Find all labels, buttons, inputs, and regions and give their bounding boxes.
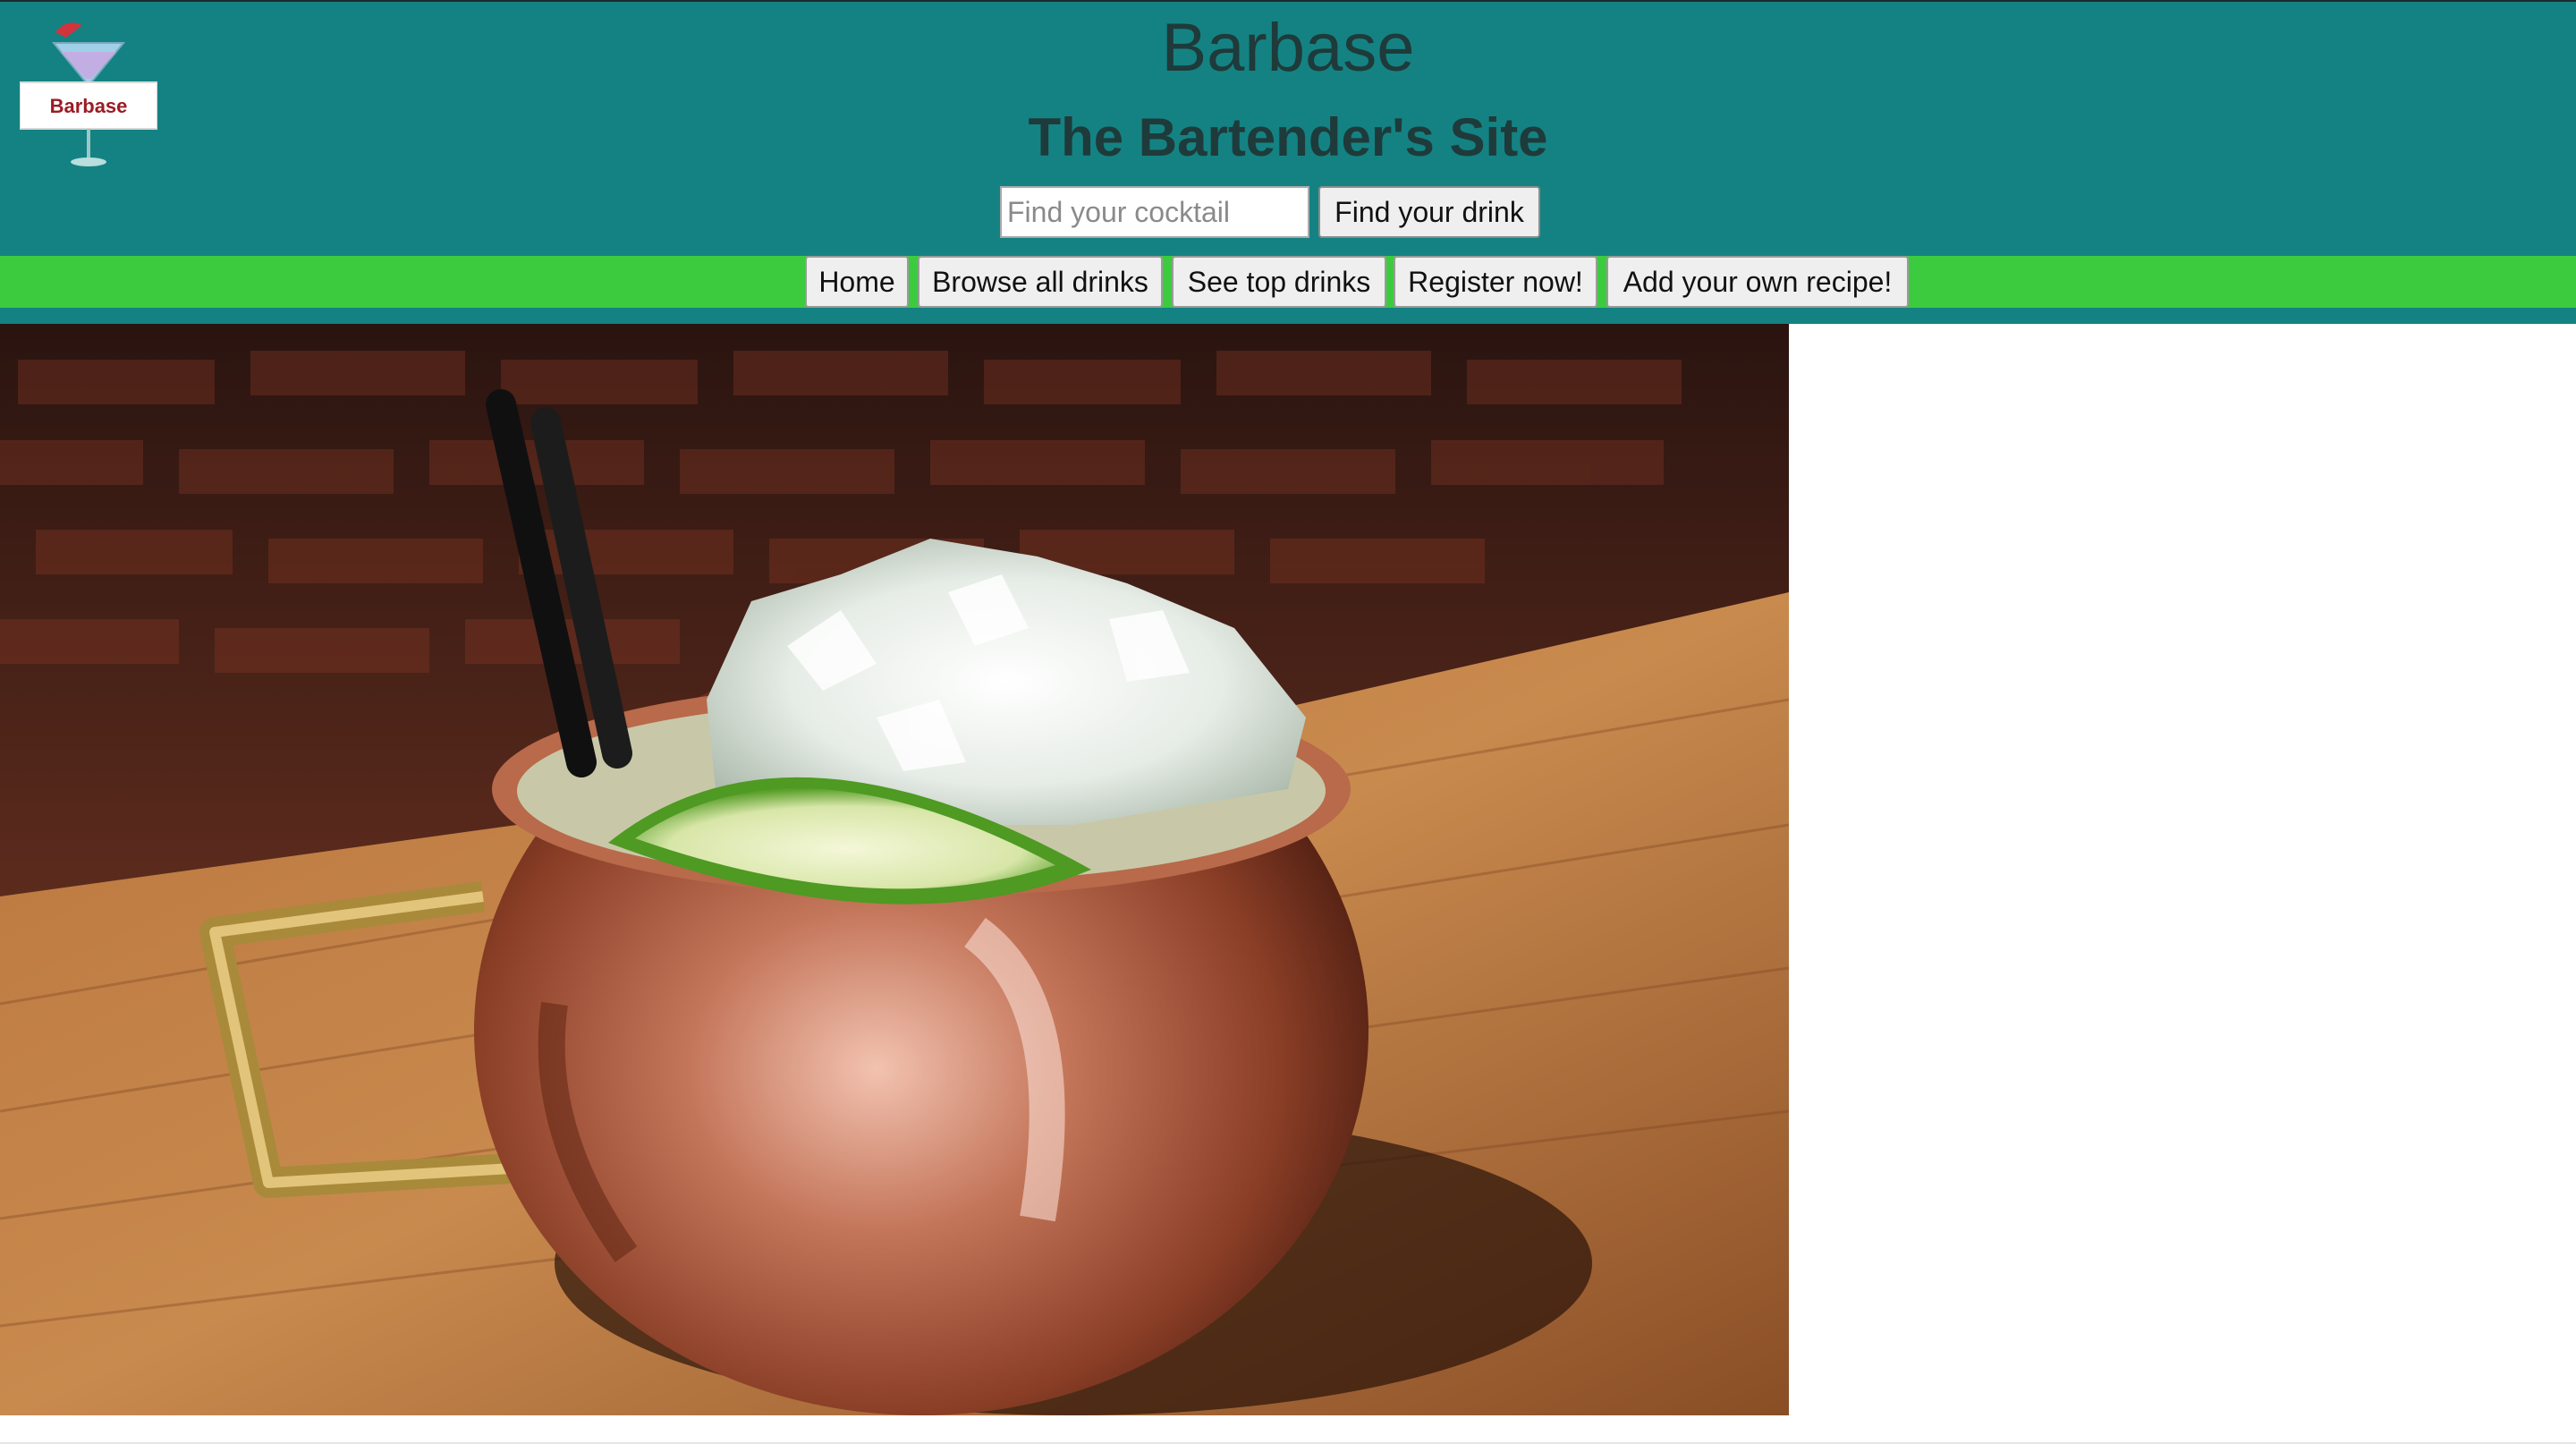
find-drink-button[interactable]: Find your drink: [1318, 186, 1540, 238]
main-nav: Home Browse all drinks See top drinks Re…: [0, 256, 2576, 308]
site-title: Barbase: [1161, 10, 1415, 86]
nav-add-recipe-button[interactable]: Add your own recipe!: [1606, 256, 1909, 308]
nav-divider: [0, 308, 2576, 324]
site-subtitle: The Bartender's Site: [1028, 107, 1548, 167]
nav-top-drinks-button[interactable]: See top drinks: [1172, 256, 1386, 308]
nav-register-button[interactable]: Register now!: [1394, 256, 1597, 308]
cocktail-search-input[interactable]: [1000, 186, 1309, 238]
nav-home-button[interactable]: Home: [805, 256, 909, 308]
nav-browse-drinks-button[interactable]: Browse all drinks: [918, 256, 1163, 308]
page: Barbase Barbase The Bartender's Site Fin…: [0, 0, 2576, 1444]
site-header: Barbase Barbase The Bartender's Site Fin…: [0, 0, 2576, 256]
hero-image: [0, 324, 1789, 1415]
copper-mug-cocktail-icon: [0, 324, 1789, 1415]
